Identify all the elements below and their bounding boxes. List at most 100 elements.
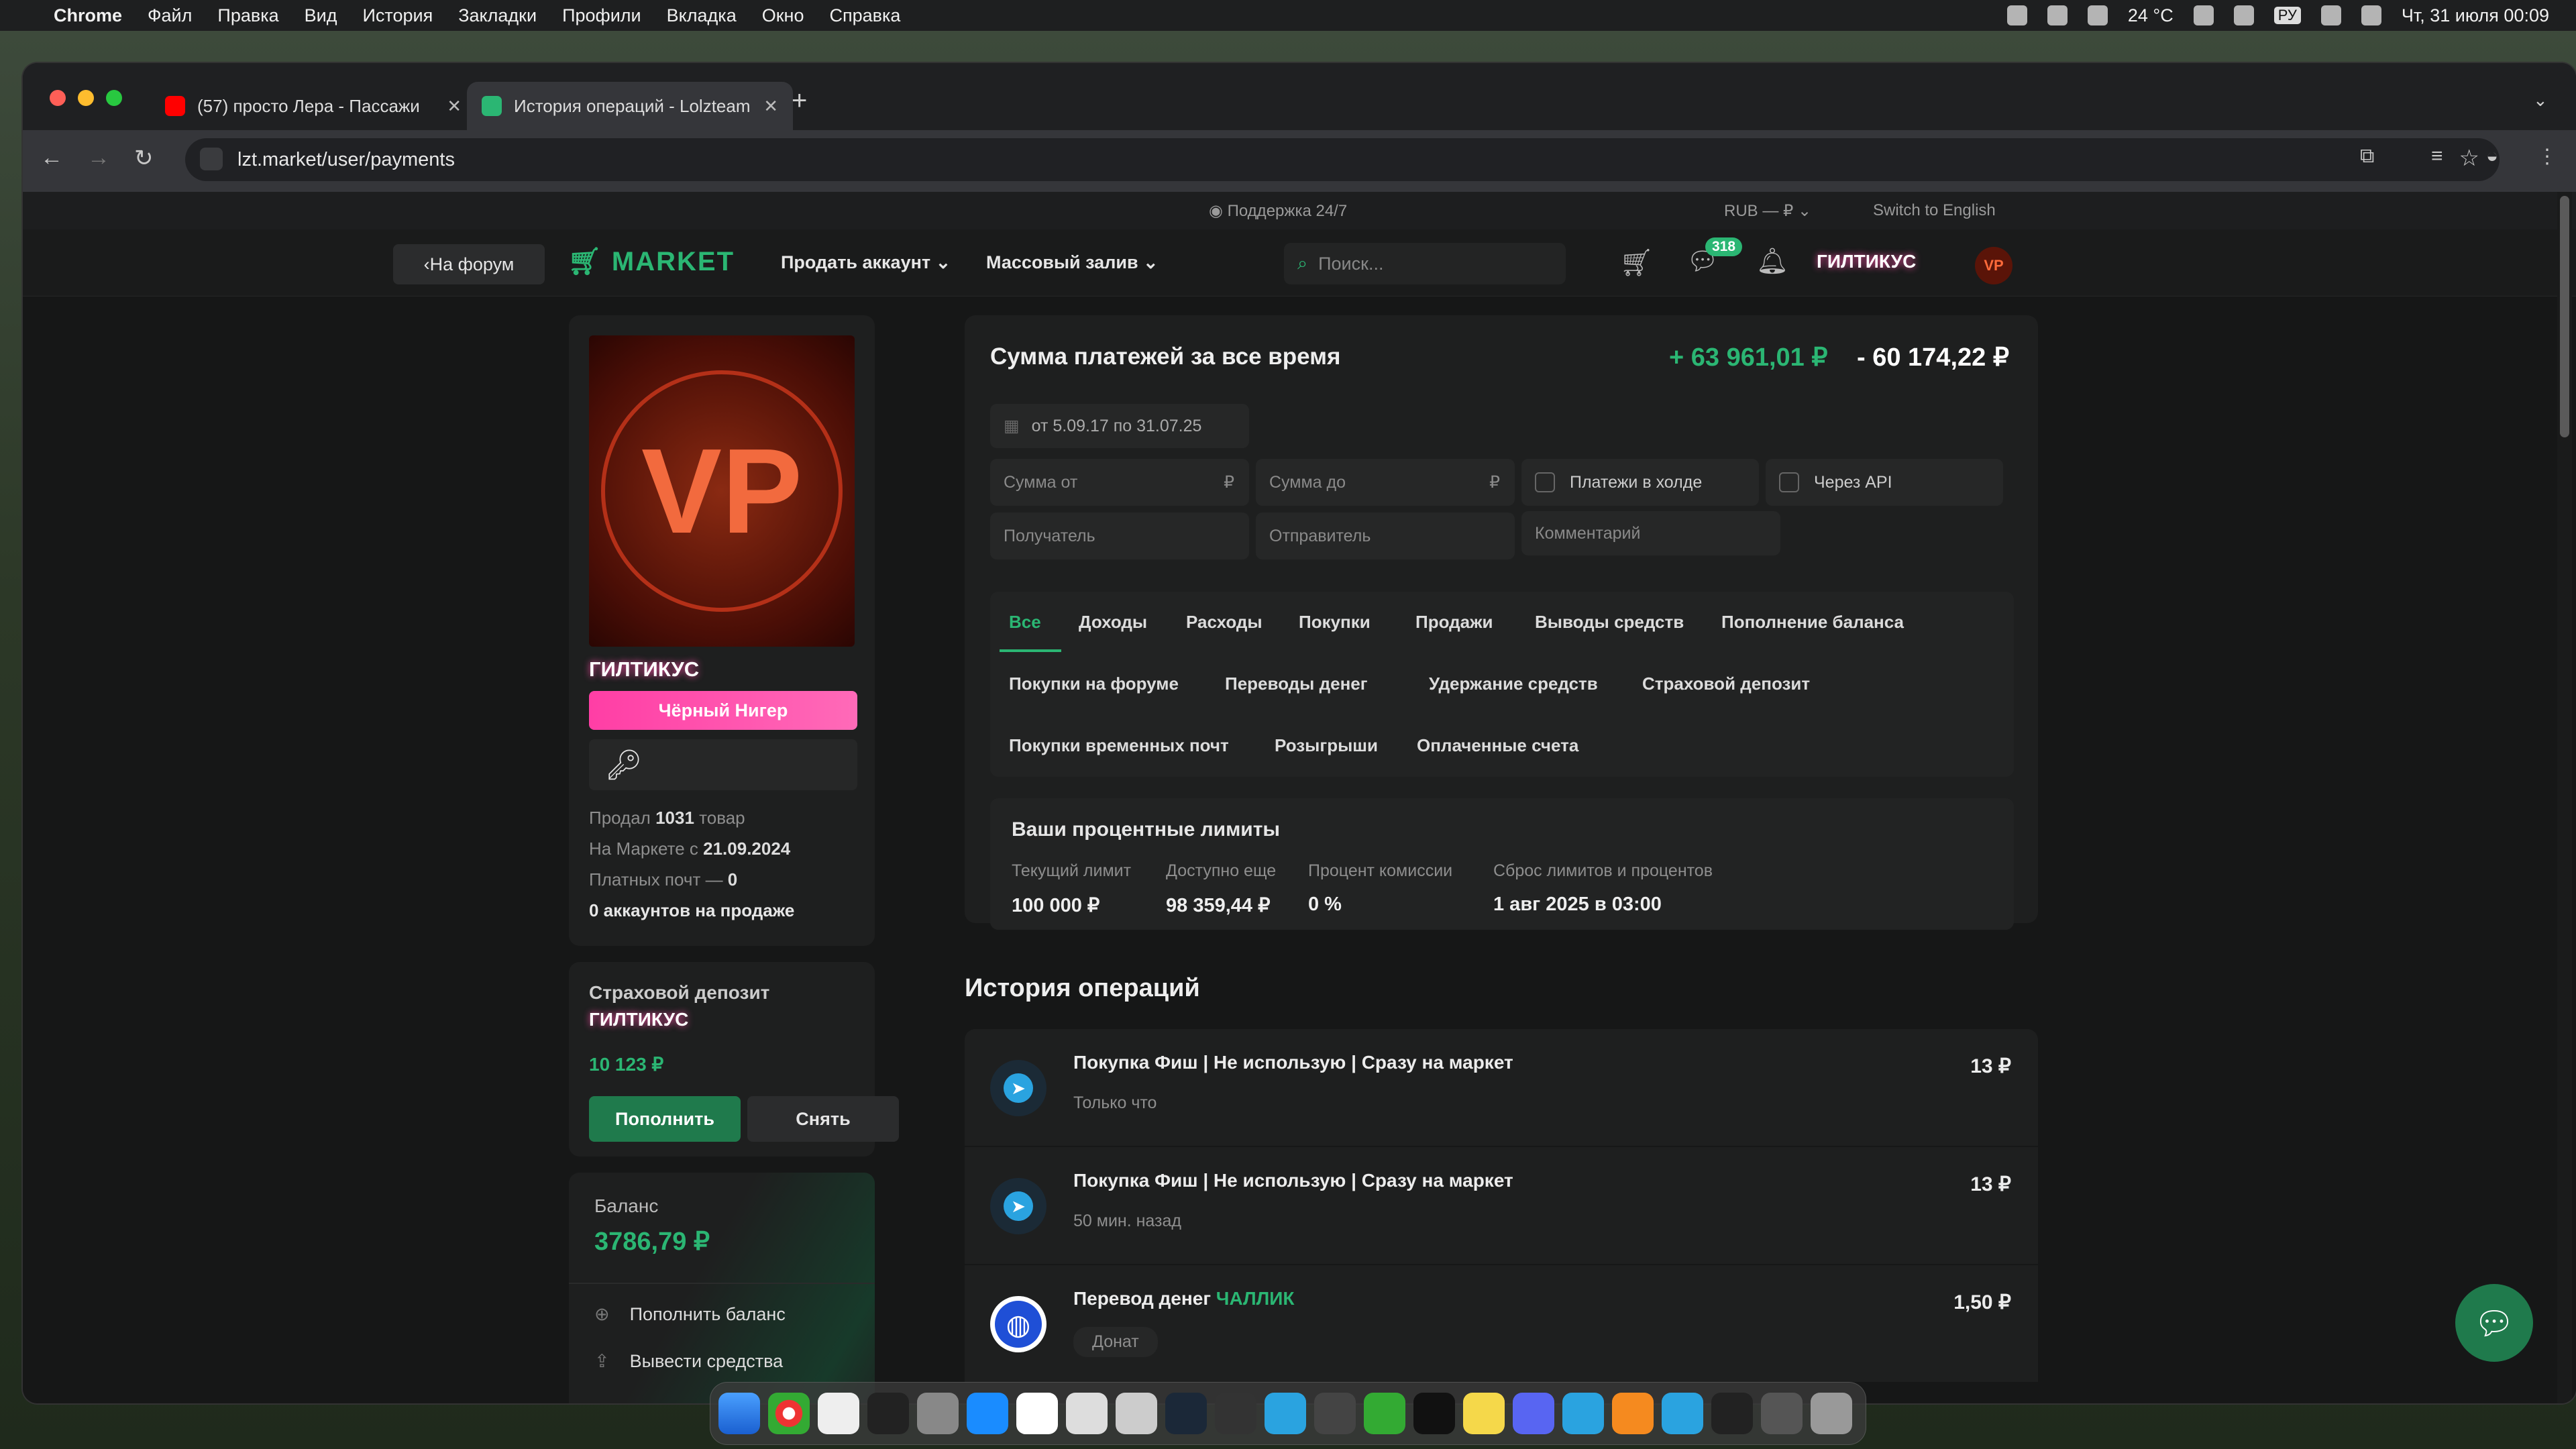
address-bar[interactable]: lzt.market/user/payments ☆: [185, 138, 2500, 181]
wordpress-tray-icon[interactable]: [2087, 5, 2108, 25]
downloads-icon[interactable]: [1761, 1393, 1803, 1434]
header-avatar[interactable]: VP: [1975, 247, 2012, 284]
tab-transfers[interactable]: Переводы денег: [1225, 674, 1368, 694]
notes-yellow-icon[interactable]: [1463, 1393, 1505, 1434]
amount-to-input[interactable]: Сумма до ₽: [1256, 459, 1515, 506]
menu-window[interactable]: Окно: [762, 5, 804, 26]
spark-icon[interactable]: [867, 1393, 909, 1434]
profile-icon[interactable]: ◒: [2486, 145, 2498, 168]
menu-app[interactable]: Chrome: [54, 5, 122, 26]
wifi-icon[interactable]: [2233, 5, 2254, 25]
tab-giveaways[interactable]: Розыгрыши: [1275, 735, 1378, 756]
discord-icon[interactable]: [1513, 1393, 1554, 1434]
list-item[interactable]: ◍ Перевод денег ЧАЛЛИК Донат 1,50 ₽: [965, 1265, 2038, 1383]
volume-icon[interactable]: [2193, 5, 2214, 25]
tab-expenses[interactable]: Расходы: [1186, 612, 1263, 633]
back-to-forum-button[interactable]: ‹ На форум: [393, 244, 545, 284]
zoom-window-button[interactable]: [106, 90, 122, 106]
bell-icon[interactable]: 🔔︎: [1756, 247, 1788, 276]
tab-withdrawals[interactable]: Выводы средств: [1535, 612, 1684, 633]
nav-mass-upload[interactable]: Массовый залив ⌄: [986, 252, 1159, 273]
tab-temp-mails[interactable]: Покупки временных почт: [1009, 735, 1229, 756]
rocket-icon[interactable]: [1215, 1393, 1256, 1434]
telegram-alt-icon[interactable]: [1562, 1393, 1604, 1434]
menu-bookmarks[interactable]: Закладки: [458, 5, 537, 26]
menu-profiles[interactable]: Профили: [562, 5, 641, 26]
site-info-icon[interactable]: [200, 148, 223, 170]
finder-icon[interactable]: [718, 1393, 760, 1434]
nav-sell-account[interactable]: Продать аккаунт ⌄: [781, 252, 951, 273]
close-tab-icon[interactable]: ✕: [763, 96, 778, 117]
deposit-username[interactable]: ГИЛТИКУС: [589, 1009, 688, 1030]
app-store-icon[interactable]: [967, 1393, 1008, 1434]
minimize-window-button[interactable]: [78, 90, 94, 106]
tab-insurance-deposit[interactable]: Страховой депозит: [1642, 674, 1810, 694]
terminal-icon[interactable]: [1413, 1393, 1455, 1434]
telegram-tray-icon[interactable]: [2006, 5, 2027, 25]
accounts-on-sale[interactable]: 0 аккаунтов на продаже: [589, 900, 794, 921]
media-controls-icon[interactable]: ≡: [2431, 145, 2443, 168]
checkbox-box[interactable]: [1535, 472, 1555, 492]
support-link[interactable]: ◉ Поддержка 24/7: [1209, 201, 1347, 221]
menu-tab[interactable]: Вкладка: [667, 5, 737, 26]
avatar[interactable]: VP: [589, 335, 855, 647]
checkbox-box[interactable]: [1779, 472, 1799, 492]
new-tab-button[interactable]: +: [792, 86, 807, 116]
close-tab-icon[interactable]: ✕: [447, 96, 462, 117]
clock[interactable]: Чт, 31 июля 00:09: [2402, 5, 2549, 26]
currency-select[interactable]: RUB — ₽ ⌄: [1724, 201, 1811, 221]
vpn-icon[interactable]: [1314, 1393, 1356, 1434]
scrollbar-track[interactable]: [2557, 192, 2572, 1403]
forward-arrow-icon[interactable]: →: [87, 145, 110, 171]
telegram-desktop-icon[interactable]: [1662, 1393, 1703, 1434]
extensions-icon[interactable]: ⧉: [2360, 145, 2374, 168]
tab-all[interactable]: Все: [1009, 612, 1041, 633]
steam-icon[interactable]: [1165, 1393, 1207, 1434]
profile-username[interactable]: ГИЛТИКУС: [589, 657, 699, 682]
calendar-icon[interactable]: [1016, 1393, 1058, 1434]
trash-icon[interactable]: [1811, 1393, 1852, 1434]
menu-file[interactable]: Файл: [148, 5, 192, 26]
telegram-icon[interactable]: [1265, 1393, 1306, 1434]
market-logo[interactable]: 🛒︎ MARKET: [568, 246, 735, 277]
language-switch[interactable]: Switch to English: [1873, 201, 1996, 220]
more-menu-icon[interactable]: ⋮: [2537, 145, 2557, 168]
list-item[interactable]: ➤ Покупка Фиш | Не использую | Сразу на …: [965, 1029, 2038, 1147]
tab-sales[interactable]: Продажи: [1415, 612, 1493, 633]
tab-paid-invoices[interactable]: Оплаченные счета: [1417, 735, 1578, 756]
header-username[interactable]: ГИЛТИКУС: [1817, 251, 1916, 272]
menu-view[interactable]: Вид: [305, 5, 337, 26]
tab-holds[interactable]: Удержание средств: [1429, 674, 1598, 694]
withdraw-link[interactable]: ⇪ Вывести средства: [594, 1351, 783, 1372]
control-center-icon[interactable]: [2361, 5, 2381, 25]
tab-purchases[interactable]: Покупки: [1299, 612, 1371, 633]
menu-history[interactable]: История: [362, 5, 433, 26]
op-user-link[interactable]: ЧАЛЛИК: [1216, 1288, 1295, 1309]
sender-input[interactable]: Отправитель: [1256, 513, 1515, 559]
close-window-button[interactable]: [50, 90, 66, 106]
keyboard-layout[interactable]: РУ: [2273, 7, 2301, 24]
hold-payments-checkbox[interactable]: Платежи в холде: [1521, 459, 1759, 506]
back-arrow-icon[interactable]: ←: [40, 145, 63, 171]
via-api-checkbox[interactable]: Через API: [1766, 459, 2003, 506]
scrollbar-thumb[interactable]: [2560, 196, 2569, 437]
menu-edit[interactable]: Правка: [217, 5, 278, 26]
tab-payments[interactable]: История операций - Lolzteam ✕: [467, 82, 793, 130]
menu-help[interactable]: Справка: [829, 5, 900, 26]
op-title[interactable]: Покупка Фиш | Не использую | Сразу на ма…: [1073, 1052, 1513, 1073]
launchpad-icon[interactable]: [1116, 1393, 1157, 1434]
reload-icon[interactable]: ↻: [134, 145, 154, 172]
settings-icon[interactable]: [917, 1393, 959, 1434]
op-title[interactable]: Перевод денег ЧАЛЛИК: [1073, 1288, 1295, 1309]
tab-forum-purchases[interactable]: Покупки на форуме: [1009, 674, 1179, 694]
vpn-tray-icon[interactable]: [2047, 5, 2068, 25]
tab-topups[interactable]: Пополнение баланса: [1721, 612, 1904, 633]
deposit-topup-button[interactable]: Пополнить: [589, 1096, 741, 1142]
bookmark-star-icon[interactable]: ☆: [2459, 145, 2479, 172]
recipient-input[interactable]: Получатель: [990, 513, 1249, 559]
search-input[interactable]: ⌕ Поиск...: [1284, 243, 1566, 284]
weather-readout[interactable]: 24 °C: [2128, 5, 2174, 26]
tab-youtube[interactable]: (57) просто Лера - Пассажи ✕: [150, 82, 476, 130]
deposit-withdraw-button[interactable]: Снять: [747, 1096, 899, 1142]
comment-input[interactable]: Комментарий: [1521, 511, 1780, 555]
